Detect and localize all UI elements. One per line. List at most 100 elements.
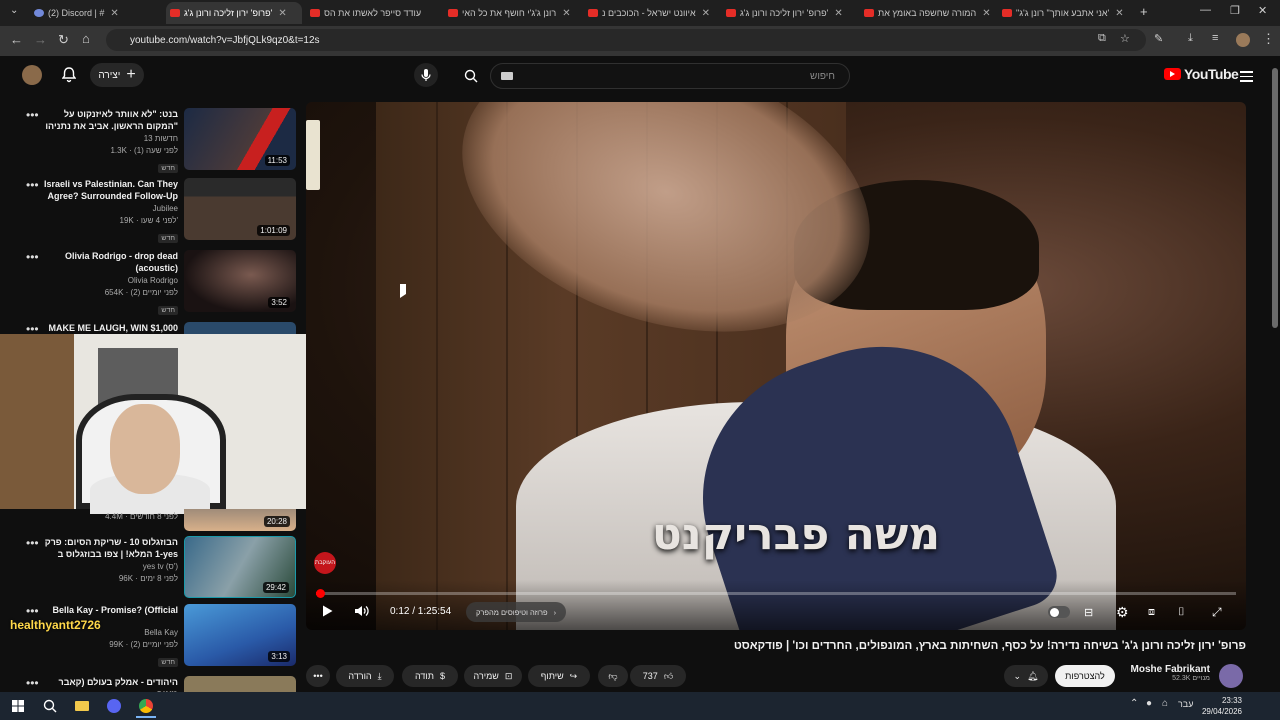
tab-2[interactable]: עודד סייפר לאשתו את הס [306, 2, 442, 24]
notification-settings-button[interactable]: ⌄ 🔔︎ [1004, 665, 1048, 687]
menu-icon[interactable]: ⋮ [1262, 31, 1275, 47]
file-explorer-icon[interactable] [72, 696, 92, 716]
cast-icon[interactable]: ⌷ [1178, 606, 1185, 619]
tab-5[interactable]: פרופ' ירון זליכה ורונן ג'ג' ✕ [722, 2, 856, 24]
download-icon[interactable]: ⤓ [1188, 32, 1193, 45]
recommendation-thumbnail[interactable]: 11:53 [184, 108, 296, 170]
home-icon[interactable]: ⌂ [82, 31, 90, 46]
account-avatar[interactable] [22, 65, 42, 85]
tab-4[interactable]: איוונט ישראל - הכוכבים נ ✕ [584, 2, 718, 24]
more-options-icon[interactable]: ••• [26, 604, 39, 618]
recommendation-title[interactable]: Olivia Rodrigo - drop dead (acoustic) [40, 250, 178, 274]
recommendation-item[interactable]: ••• Bella Kay - Promise? (Official Bella… [0, 604, 300, 670]
recommendation-title[interactable]: היהודים - אמלק בעולם (קאבר מאיר [40, 676, 178, 692]
settings-gear-icon[interactable]: ⚙ [1116, 604, 1129, 621]
channel-name[interactable]: Moshe Fabrikant [1130, 664, 1210, 675]
create-button[interactable]: יצירה + [90, 63, 144, 87]
recommendation-item[interactable]: 4.4M · לפני 8 חודשים 20:28 [0, 509, 300, 531]
video-player[interactable]: משה פבריקנט העוקבת 0:12 / 1:25:54 פרוזה … [306, 102, 1246, 630]
media-control-icon[interactable]: ≡ [1212, 32, 1218, 44]
address-bar[interactable]: youtube.com/watch?v=JbfjQLk9qz0&t=12s [106, 29, 1146, 51]
recommendation-title[interactable]: הבוזגלוס 10 - שריקת הסיום: פרק 1 המלא! |… [40, 536, 178, 560]
recommendation-title[interactable]: Bella Kay - Promise? (Official [40, 604, 178, 616]
forward-icon[interactable]: → [34, 32, 47, 47]
share-button[interactable]: שיתוף ↪ [528, 665, 590, 687]
keyboard-icon[interactable] [501, 72, 513, 80]
notifications-bell-icon[interactable] [62, 67, 76, 83]
close-icon[interactable]: ✕ [702, 8, 710, 19]
language-indicator[interactable]: עבר [1178, 699, 1193, 709]
channel-watermark[interactable]: העוקבת [314, 552, 336, 574]
recommendation-thumbnail[interactable]: 1:01:09 [184, 178, 296, 240]
scrollbar-thumb[interactable] [1272, 68, 1278, 328]
tray-chevron-icon[interactable]: ⌃ [1130, 698, 1138, 709]
recommendation-thumbnail[interactable]: 3:52 [184, 250, 296, 312]
channel-avatar[interactable] [1219, 664, 1243, 688]
subscribe-button[interactable]: להצטרפות [1055, 665, 1115, 687]
miniplayer-icon[interactable]: ⧈ [1148, 606, 1155, 619]
install-icon[interactable]: ⧉ [1098, 32, 1106, 45]
recommendation-item[interactable]: ••• היהודים - אמלק בעולם (קאבר מאיר [0, 676, 300, 692]
reload-icon[interactable]: ↻ [58, 32, 69, 48]
window-close-button[interactable]: ✕ [1258, 4, 1267, 17]
recommendation-item[interactable]: ••• Israeli vs Palestinian. Can They Agr… [0, 178, 300, 244]
close-icon[interactable]: ✕ [1115, 8, 1123, 19]
back-icon[interactable]: ← [10, 32, 23, 47]
more-options-icon[interactable]: ••• [26, 536, 39, 550]
recommendation-thumbnail[interactable]: 3:13 [184, 604, 296, 666]
bookmark-star-icon[interactable]: ☆ [1120, 32, 1130, 45]
recommendation-item[interactable]: ••• בנט: "לא אוותר לאיזנקוט על המקום הרא… [0, 108, 300, 174]
voice-search-button[interactable] [414, 63, 438, 87]
more-options-icon[interactable]: ••• [26, 250, 39, 264]
search-input[interactable]: חיפוש [490, 63, 850, 89]
guide-menu-icon[interactable] [1240, 68, 1253, 85]
extensions-icon[interactable]: ✎ [1154, 32, 1163, 45]
save-button[interactable]: שמירה ⊡ [464, 665, 522, 687]
more-options-icon[interactable]: ••• [26, 108, 39, 122]
tab-discord[interactable]: (2) Discord | # ✕ [30, 2, 162, 24]
recommendation-thumbnail[interactable]: 20:28 [184, 509, 296, 531]
close-icon[interactable]: ✕ [278, 8, 286, 19]
recommendation-thumbnail[interactable] [184, 676, 296, 692]
progress-bar[interactable] [315, 589, 1236, 598]
discord-taskbar-icon[interactable] [104, 696, 124, 716]
taskbar-search-icon[interactable] [40, 696, 60, 716]
minimize-button[interactable]: — [1200, 4, 1211, 16]
download-button[interactable]: הורדה ⤓ [336, 665, 394, 687]
thanks-button[interactable]: תודה $ [402, 665, 458, 687]
recommendation-title[interactable]: בנט: "לא אוותר לאיזנקוט על המקום הראשון.… [40, 108, 178, 132]
network-icon[interactable]: ⌂ [1162, 698, 1168, 709]
tab-7[interactable]: "אני אתבע אותך" רונן ג'ג' ✕ [998, 2, 1132, 24]
maximize-button[interactable]: ❐ [1230, 4, 1240, 17]
close-icon[interactable]: ✕ [982, 8, 990, 19]
recommendation-thumbnail[interactable]: 29:42 [184, 536, 296, 598]
profile-avatar[interactable] [1236, 33, 1250, 47]
tab-active-video[interactable]: פרופ' ירון זליכה ורונן ג'ג' ✕ [166, 2, 302, 24]
more-options-icon[interactable]: ••• [26, 178, 39, 192]
captions-icon[interactable]: ⊟ [1084, 606, 1093, 619]
search-button[interactable] [456, 63, 486, 89]
recommendation-item[interactable]: ••• הבוזגלוס 10 - שריקת הסיום: פרק 1 המל… [0, 536, 300, 602]
chrome-taskbar-icon[interactable] [136, 696, 156, 718]
tab-search-icon[interactable]: ⌄ [10, 5, 18, 16]
close-icon[interactable]: ✕ [110, 8, 118, 19]
microphone-tray-icon[interactable]: ● [1146, 698, 1152, 709]
play-icon[interactable] [320, 604, 334, 618]
system-clock[interactable]: 23:33 29/04/2026 [1196, 695, 1242, 717]
tab-3[interactable]: רונן ג'ג'י חושף את כל האי ✕ [444, 2, 576, 24]
windows-start-icon[interactable] [8, 696, 28, 716]
more-actions-button[interactable]: ••• [306, 665, 330, 687]
recommendation-title[interactable]: MAKE ME LAUGH, WIN $1,000 [40, 322, 178, 334]
volume-icon[interactable] [354, 604, 370, 618]
dislike-button[interactable]: 👎︎ [598, 665, 628, 687]
new-tab-button[interactable]: + [1140, 4, 1148, 19]
like-button[interactable]: 737 👍︎ [630, 665, 686, 687]
close-icon[interactable]: ✕ [834, 8, 842, 19]
youtube-logo[interactable]: YouTube [1164, 66, 1239, 82]
fullscreen-icon[interactable]: ⤢ [1212, 605, 1222, 620]
tab-6[interactable]: המורה שחשפה באומץ את ✕ [860, 2, 994, 24]
close-icon[interactable]: ✕ [562, 8, 570, 19]
recommendation-title[interactable]: Israeli vs Palestinian. Can They Agree? … [40, 178, 178, 202]
progress-scrubber[interactable] [315, 589, 325, 598]
more-options-icon[interactable]: ••• [26, 676, 39, 690]
